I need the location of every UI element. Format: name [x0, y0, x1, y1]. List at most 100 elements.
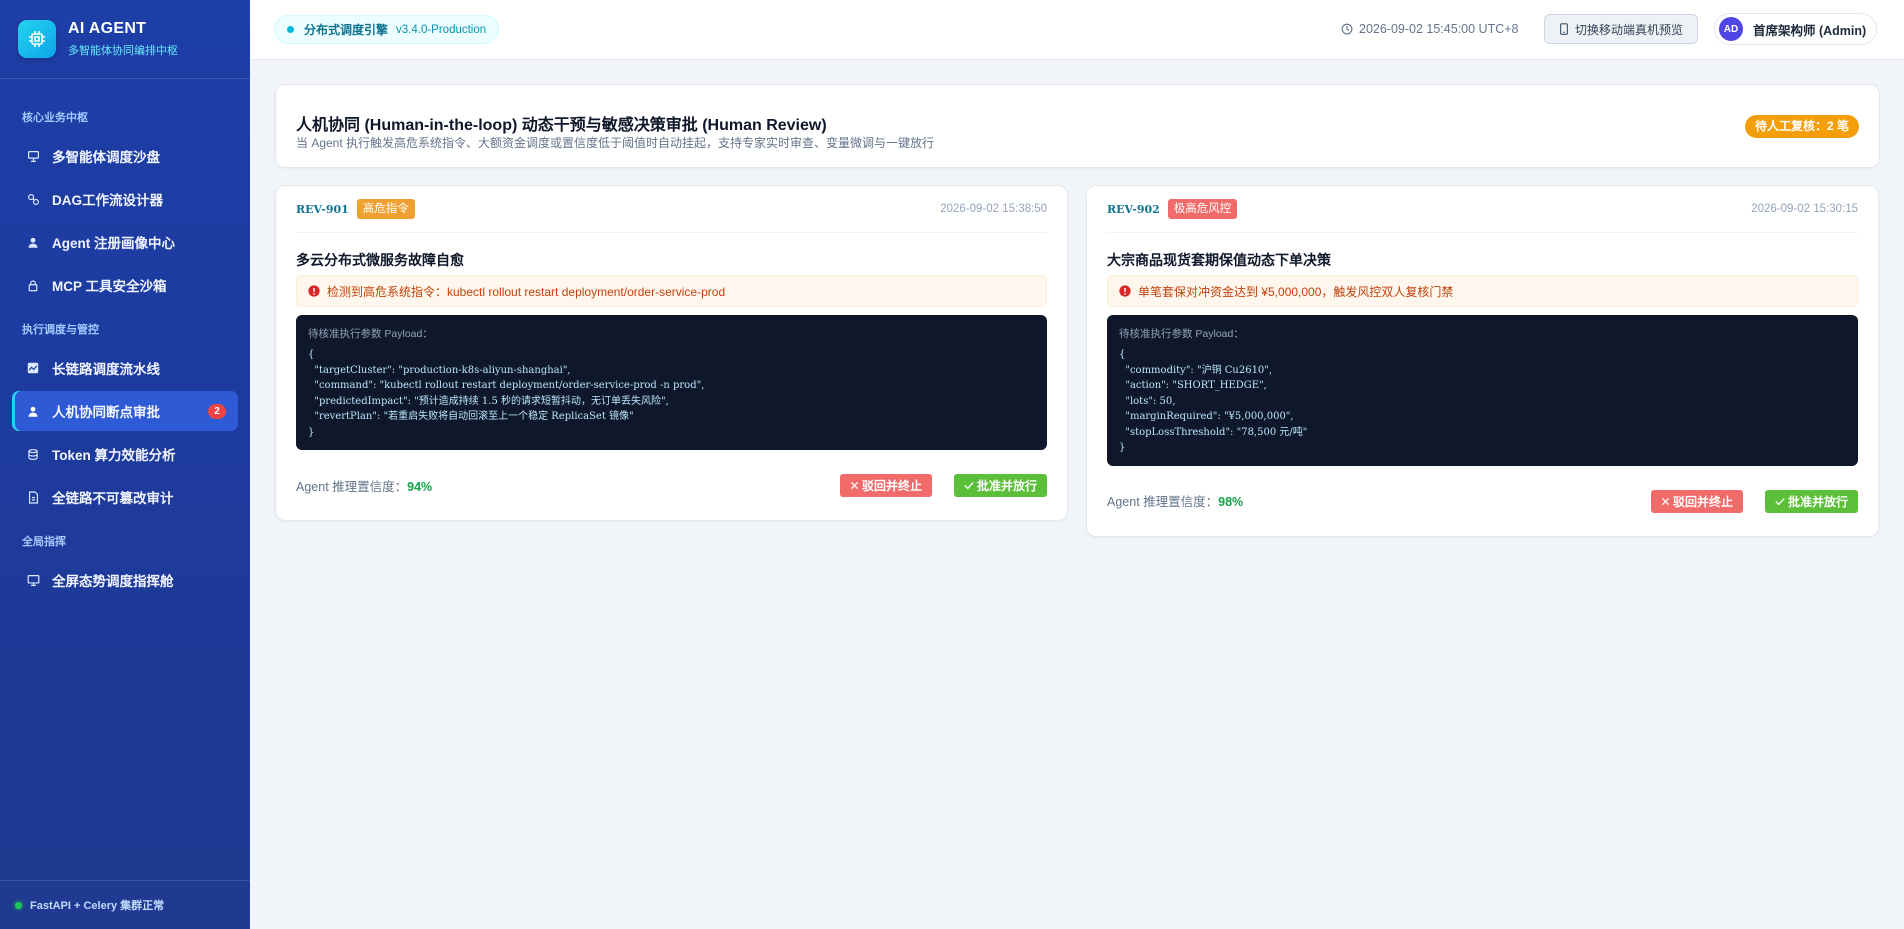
code-line: {: [1119, 349, 1126, 360]
code-line: }: [1119, 442, 1126, 453]
review-title: 大宗商品现货套期保值动态下单决策: [1107, 252, 1331, 268]
nav-item-agent-registry[interactable]: Agent 注册画像中心: [12, 222, 238, 262]
clock-text: 2026-09-02 15:45:00 UTC+8: [1359, 22, 1519, 36]
check-icon: [964, 481, 974, 490]
nav-item-command-center[interactable]: 全屏态势调度指挥舱: [12, 560, 238, 600]
nav-item-label: MCP 工具安全沙箱: [52, 279, 167, 294]
review-card-header: REV-902 极高危风控 2026-09-02 15:30:15: [1107, 186, 1858, 233]
approve-button[interactable]: 批准并放行: [953, 474, 1047, 497]
reject-button[interactable]: 驳回并终止: [839, 474, 932, 497]
user-menu[interactable]: AD 首席架构师 (Admin): [1714, 13, 1878, 45]
nav-item-label: DAG工作流设计器: [52, 193, 163, 208]
brand-title: AI AGENT: [68, 20, 147, 37]
risk-alert-text: 检测到高危系统指令：kubectl rollout restart deploy…: [327, 284, 726, 299]
workflow-icon: [26, 192, 40, 206]
cluster-status-text: FastAPI + Celery 集群正常: [30, 900, 165, 912]
code-line: "lots": 50,: [1119, 395, 1176, 407]
status-dot-icon: [15, 901, 22, 909]
review-title: 多云分布式微服务故障自愈: [296, 252, 464, 268]
page-header: 人机协同 (Human-in-the-loop) 动态干预与敏感决策审批 (Hu…: [275, 84, 1880, 168]
approve-label: 批准并放行: [976, 479, 1037, 493]
cpu-icon: [18, 20, 56, 58]
chart-line-icon: [26, 361, 40, 375]
page-description: 当 Agent 执行触发高危系统指令、大额资金调度或置信度低于阈值时自动挂起，支…: [296, 136, 935, 150]
review-card-header: REV-901 高危指令 2026-09-02 15:38:50: [296, 186, 1047, 233]
cluster-status: FastAPI + Celery 集群正常: [0, 880, 250, 929]
reject-button[interactable]: 驳回并终止: [1650, 489, 1743, 513]
user-icon: [26, 235, 40, 249]
nav-item-label: Token 算力效能分析: [52, 448, 176, 463]
reject-label: 驳回并终止: [1672, 494, 1733, 509]
avatar: AD: [1719, 17, 1743, 41]
nav-item-dag-designer[interactable]: DAG工作流设计器: [12, 179, 238, 219]
brand: AI AGENT 多智能体协同编排中枢: [0, 0, 250, 79]
sidebar: AI AGENT 多智能体协同编排中枢 核心业务中枢 多智能体调度沙盘 DAG工…: [0, 0, 250, 929]
code-line: }: [308, 426, 315, 438]
lock-icon: [26, 278, 40, 292]
nav-item-label: 多智能体调度沙盘: [52, 150, 160, 165]
clock: 2026-09-02 15:45:00 UTC+8: [1341, 22, 1519, 36]
code-line: "marginRequired": "¥5,000,000",: [1119, 411, 1294, 422]
confidence-label: Agent 推理置信度：: [296, 479, 408, 494]
file-icon: [26, 490, 40, 504]
engine-badge: 分布式调度引擎 v3.4.0-Production: [274, 15, 500, 44]
confidence: Agent 推理置信度：98%: [1107, 491, 1243, 510]
mobile-preview-label: 切换移动端真机预览: [1575, 22, 1684, 37]
review-card-footer: Agent 推理置信度：98% 驳回并终止 批准并放行: [1107, 466, 1858, 536]
approve-label: 批准并放行: [1787, 494, 1848, 509]
topbar: 分布式调度引擎 v3.4.0-Production 2026-09-02 15:…: [250, 0, 1904, 60]
brand-subtitle: 多智能体协同编排中枢: [68, 45, 178, 57]
check-icon: [1775, 497, 1785, 506]
nav-item-agent-sandbox[interactable]: 多智能体调度沙盘: [12, 136, 238, 176]
code-line: "revertPlan": "若重启失败将自动回滚至上一个稳定 ReplicaS…: [308, 411, 634, 422]
nav-section-core: 核心业务中枢: [22, 112, 88, 124]
confidence-value: 94%: [407, 479, 433, 494]
nav-item-label: 全链路不可篡改审计: [52, 491, 174, 506]
nav-item-label: 人机协同断点审批: [52, 405, 160, 420]
nav-item-audit[interactable]: 全链路不可篡改审计: [12, 477, 238, 517]
risk-alert-text: 单笔套保对冲资金达到 ¥5,000,000，触发风控双人复核门禁: [1138, 284, 1454, 299]
engine-label: 分布式调度引擎: [304, 23, 389, 37]
review-id: REV-901: [296, 202, 349, 216]
code-line: "action": "SHORT_HEDGE",: [1119, 380, 1267, 391]
database-icon: [26, 447, 40, 461]
mobile-preview-button[interactable]: 切换移动端真机预览: [1544, 14, 1699, 44]
pending-count-badge: 待人工复核：2 笔: [1744, 115, 1859, 138]
risk-alert: 单笔套保对冲资金达到 ¥5,000,000，触发风控双人复核门禁: [1107, 275, 1858, 307]
code-line: "command": "kubectl rollout restart depl…: [308, 380, 705, 391]
payload-label: 待核准执行参数 Payload：: [308, 328, 433, 340]
review-time: 2026-09-02 15:30:15: [1751, 203, 1858, 215]
payload-label: 待核准执行参数 Payload：: [1119, 328, 1244, 340]
user-check-icon: [26, 404, 40, 418]
alert-circle-icon: [308, 285, 320, 297]
nav-item-label: 全屏态势调度指挥舱: [52, 574, 174, 589]
nav-item-mcp-sandbox[interactable]: MCP 工具安全沙箱: [12, 265, 238, 305]
code-line: "targetCluster": "production-k8s-aliyun-…: [308, 364, 571, 376]
engine-version: v3.4.0-Production: [396, 23, 487, 36]
nav-item-label: Agent 注册画像中心: [52, 236, 175, 251]
page-title: 人机协同 (Human-in-the-loop) 动态干预与敏感决策审批 (Hu…: [296, 117, 827, 134]
nav-item-pipeline[interactable]: 长链路调度流水线: [12, 348, 238, 388]
review-card-footer: Agent 推理置信度：94% 驳回并终止 批准并放行: [296, 450, 1047, 520]
phone-icon: [1559, 23, 1569, 35]
presentation-icon: [26, 149, 40, 163]
nav-item-token-analysis[interactable]: Token 算力效能分析: [12, 434, 238, 474]
review-id: REV-902: [1107, 202, 1160, 216]
confidence-label: Agent 推理置信度：: [1107, 495, 1219, 509]
code-line: {: [308, 349, 315, 360]
payload-block: 待核准执行参数 Payload： { "targetCluster": "pro…: [296, 315, 1047, 450]
user-name: 首席架构师 (Admin): [1753, 23, 1867, 38]
code-line: "commodity": "沪铜 Cu2610",: [1119, 364, 1273, 376]
confidence-value: 98%: [1218, 495, 1244, 509]
nav-item-human-review[interactable]: 人机协同断点审批 2: [12, 391, 238, 431]
code-line: "stopLossThreshold": "78,500 元/吨": [1119, 426, 1308, 438]
alert-circle-icon: [1119, 285, 1131, 297]
approve-button[interactable]: 批准并放行: [1764, 489, 1858, 513]
risk-alert: 检测到高危系统指令：kubectl rollout restart deploy…: [296, 275, 1047, 307]
close-icon: [850, 481, 859, 490]
review-time: 2026-09-02 15:38:50: [940, 203, 1047, 215]
nav-section-execution: 执行调度与管控: [22, 324, 99, 336]
confidence: Agent 推理置信度：94%: [296, 476, 432, 495]
reject-label: 驳回并终止: [861, 479, 922, 493]
review-card: REV-902 极高危风控 2026-09-02 15:30:15 大宗商品现货…: [1086, 185, 1879, 537]
